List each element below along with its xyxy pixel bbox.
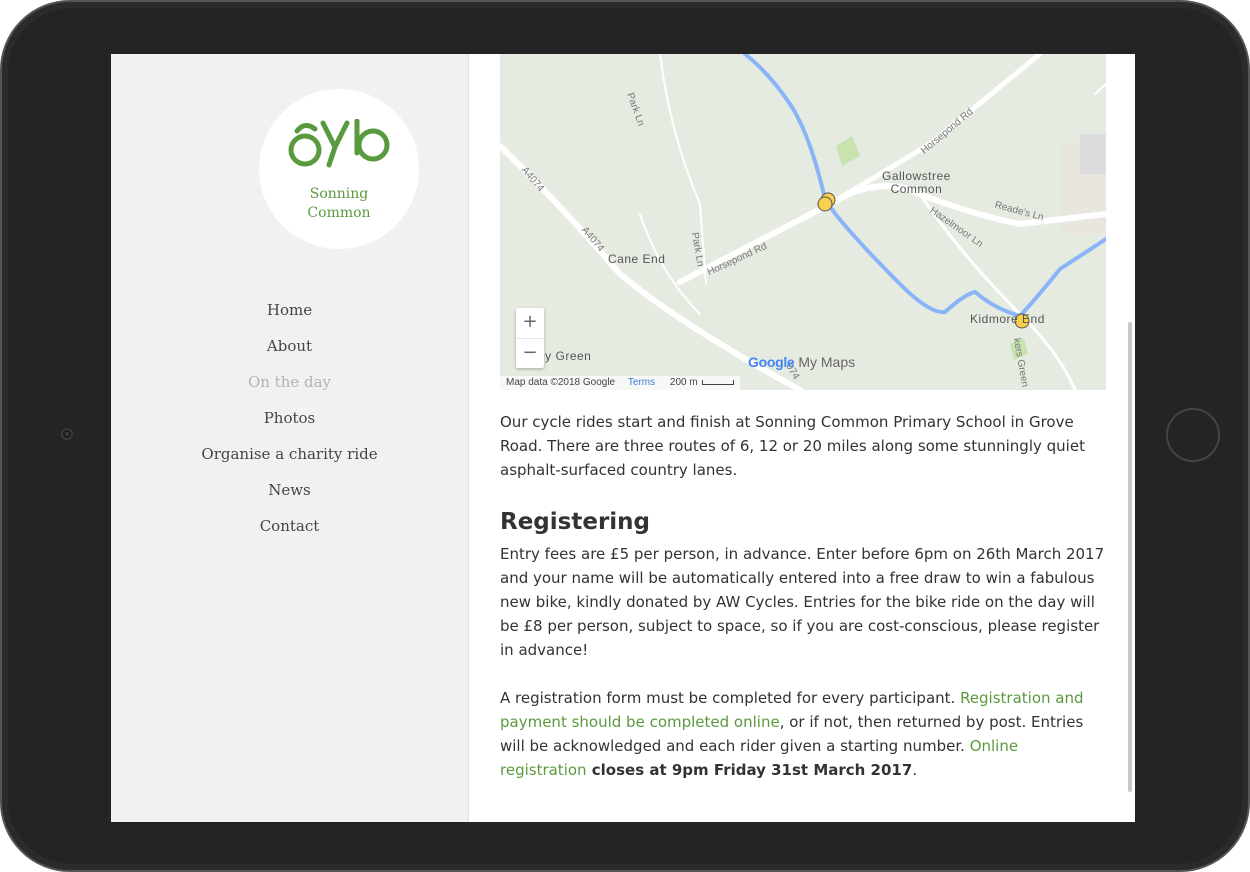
map-place-cane-end: Cane End [608,252,666,266]
registration-paragraph: A registration form must be completed fo… [500,686,1106,782]
map-place-gallowstree: Gallowstree Common [882,169,951,196]
logo-text-line2: Common [307,205,371,221]
nav-item-about[interactable]: About [111,333,518,369]
intro-paragraph: Our cycle rides start and finish at Sonn… [500,413,1085,479]
registration-text-end: . [912,761,918,779]
zoom-in-button[interactable]: + [516,308,544,339]
route-map[interactable]: Gallowstree Common Cane End Kidmore End … [500,54,1106,390]
map-scale-label[interactable]: 200 m [670,377,698,388]
nav-item-news[interactable]: News [111,477,518,513]
map-zoom-control: + − [516,308,544,368]
map-data-text: Map data ©2018 Google [506,377,616,388]
fees-paragraph: Entry fees are £5 per person, in advance… [500,545,1105,659]
logo-text-line1: Sonning [309,186,369,202]
camera-icon [61,428,73,440]
google-logo-text: Google [748,354,795,370]
map-terms-link[interactable]: Terms [628,377,655,388]
map-scale-bar [701,379,734,385]
screen: Sonning Common Home About On the day Pho… [111,54,1135,822]
sidebar: Sonning Common Home About On the day Pho… [111,54,469,822]
nav-item-home[interactable]: Home [111,297,518,333]
main-nav: Home About On the day Photos Organise a … [111,297,518,549]
registering-heading: Registering [500,509,651,535]
nav-item-on-the-day[interactable]: On the day [111,369,518,405]
home-button[interactable] [1166,408,1220,462]
article-body: Our cycle rides start and finish at Sonn… [500,410,1106,806]
logo-text: Sonning Common [259,185,419,223]
mymaps-logo-text: My Maps [798,354,856,370]
map-place-ley-green: ey Green [538,349,592,363]
bike-logo-icon [288,119,390,168]
registration-deadline: closes at 9pm Friday 31st March 2017 [586,761,913,779]
page-scrollbar[interactable] [1128,322,1132,792]
nav-item-organise-charity-ride[interactable]: Organise a charity ride [111,441,518,477]
registration-text-1: A registration form must be completed fo… [500,689,961,707]
nav-item-photos[interactable]: Photos [111,405,518,441]
nav-item-contact[interactable]: Contact [111,513,518,549]
logo[interactable]: Sonning Common [259,89,419,249]
zoom-out-button[interactable]: − [516,339,544,369]
map-attribution: Map data ©2018 Google Terms 200 m [500,376,740,390]
google-my-maps-logo: Google My Maps [748,354,855,370]
map-place-kidmore-end: Kidmore End [970,312,1045,326]
